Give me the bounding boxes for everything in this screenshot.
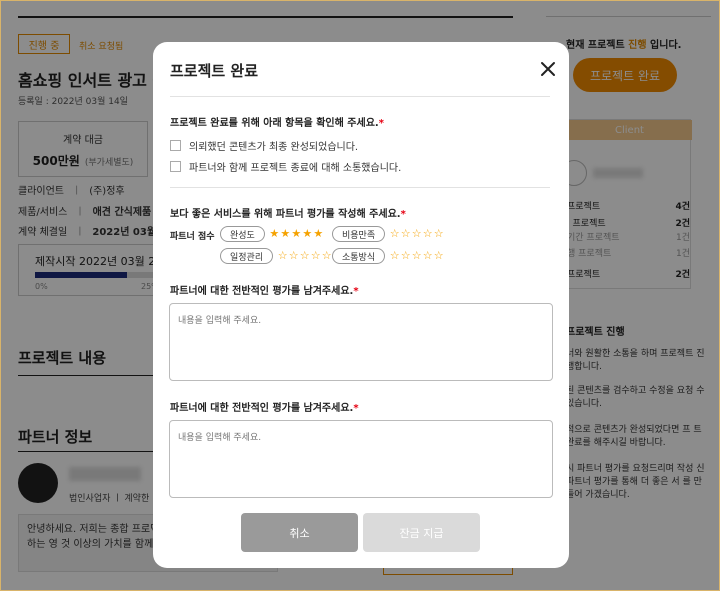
- star-filled-icon[interactable]: ★: [313, 228, 324, 240]
- checkbox[interactable]: [170, 161, 181, 172]
- star-empty-icon[interactable]: ☆: [433, 228, 444, 240]
- star-empty-icon[interactable]: ☆: [310, 250, 321, 262]
- star-empty-icon[interactable]: ☆: [389, 250, 400, 262]
- project-complete-modal: 프로젝트 완료 프로젝트 완료를 위해 아래 항목을 확인해 주세요.* 의뢰했…: [153, 42, 569, 568]
- star-empty-icon[interactable]: ☆: [288, 250, 299, 262]
- review-title: 파트너에 대한 전반적인 평가를 남겨주세요.*: [170, 286, 359, 297]
- star-empty-icon[interactable]: ☆: [422, 228, 433, 240]
- checklist-title: 프로젝트 완료를 위해 아래 항목을 확인해 주세요.*: [170, 118, 384, 129]
- rating-label-pill: 비용만족: [332, 226, 386, 242]
- rating-title: 보다 좋은 서비스를 위해 파트너 평가를 작성해 주세요.*: [170, 209, 406, 220]
- rating-label-pill: 완성도: [220, 226, 265, 242]
- star-empty-icon[interactable]: ☆: [299, 250, 310, 262]
- review-textarea[interactable]: [169, 420, 553, 498]
- star-empty-icon[interactable]: ☆: [400, 228, 411, 240]
- star-empty-icon[interactable]: ☆: [321, 250, 332, 262]
- star-empty-icon[interactable]: ☆: [277, 250, 288, 262]
- rating-label-pill: 일정관리: [220, 248, 274, 264]
- checklist-item-label: 의뢰했던 콘텐츠가 최종 완성되었습니다.: [189, 142, 359, 153]
- modal-divider: [170, 96, 550, 97]
- star-filled-icon[interactable]: ★: [302, 228, 313, 240]
- page-frame: 진행 중 취소 요청됨 홈쇼핑 인서트 광고 상 등록일 : 2022년 03월…: [0, 0, 720, 591]
- star-filled-icon[interactable]: ★: [291, 228, 302, 240]
- star-rating[interactable]: ★ ★ ★ ★ ★: [269, 228, 324, 240]
- star-empty-icon[interactable]: ☆: [389, 228, 400, 240]
- rating-communication: 소통방식 ☆ ☆ ☆ ☆ ☆: [332, 248, 444, 264]
- rating-label-pill: 소통방식: [332, 248, 386, 264]
- rating-completeness: 완성도 ★ ★ ★ ★ ★: [220, 226, 324, 242]
- star-empty-icon[interactable]: ☆: [400, 250, 411, 262]
- star-empty-icon[interactable]: ☆: [411, 228, 422, 240]
- star-empty-icon[interactable]: ☆: [411, 250, 422, 262]
- cancel-button[interactable]: 취소: [241, 513, 358, 552]
- checklist-item-complete[interactable]: 의뢰했던 콘텐츠가 최종 완성되었습니다.: [170, 138, 358, 153]
- partner-score-label: 파트너 점수: [170, 232, 215, 242]
- star-empty-icon[interactable]: ☆: [422, 250, 433, 262]
- modal-title: 프로젝트 완료: [170, 62, 259, 80]
- star-empty-icon[interactable]: ☆: [433, 250, 444, 262]
- star-rating[interactable]: ☆ ☆ ☆ ☆ ☆: [389, 228, 444, 240]
- star-rating[interactable]: ☆ ☆ ☆ ☆ ☆: [389, 250, 444, 262]
- checklist-item-communicated[interactable]: 파트너와 함께 프로젝트 종료에 대해 소통했습니다.: [170, 159, 401, 174]
- close-icon[interactable]: [539, 60, 557, 78]
- rating-cost-satisfaction: 비용만족 ☆ ☆ ☆ ☆ ☆: [332, 226, 444, 242]
- star-rating[interactable]: ☆ ☆ ☆ ☆ ☆: [277, 250, 332, 262]
- checkbox[interactable]: [170, 140, 181, 151]
- star-filled-icon[interactable]: ★: [280, 228, 291, 240]
- star-filled-icon[interactable]: ★: [269, 228, 280, 240]
- modal-divider: [170, 187, 550, 188]
- rating-schedule: 일정관리 ☆ ☆ ☆ ☆ ☆: [220, 248, 332, 264]
- pay-balance-button[interactable]: 잔금 지급: [363, 513, 480, 552]
- review-title: 파트너에 대한 전반적인 평가를 남겨주세요.*: [170, 403, 359, 414]
- review-textarea[interactable]: [169, 303, 553, 381]
- checklist-item-label: 파트너와 함께 프로젝트 종료에 대해 소통했습니다.: [189, 163, 402, 174]
